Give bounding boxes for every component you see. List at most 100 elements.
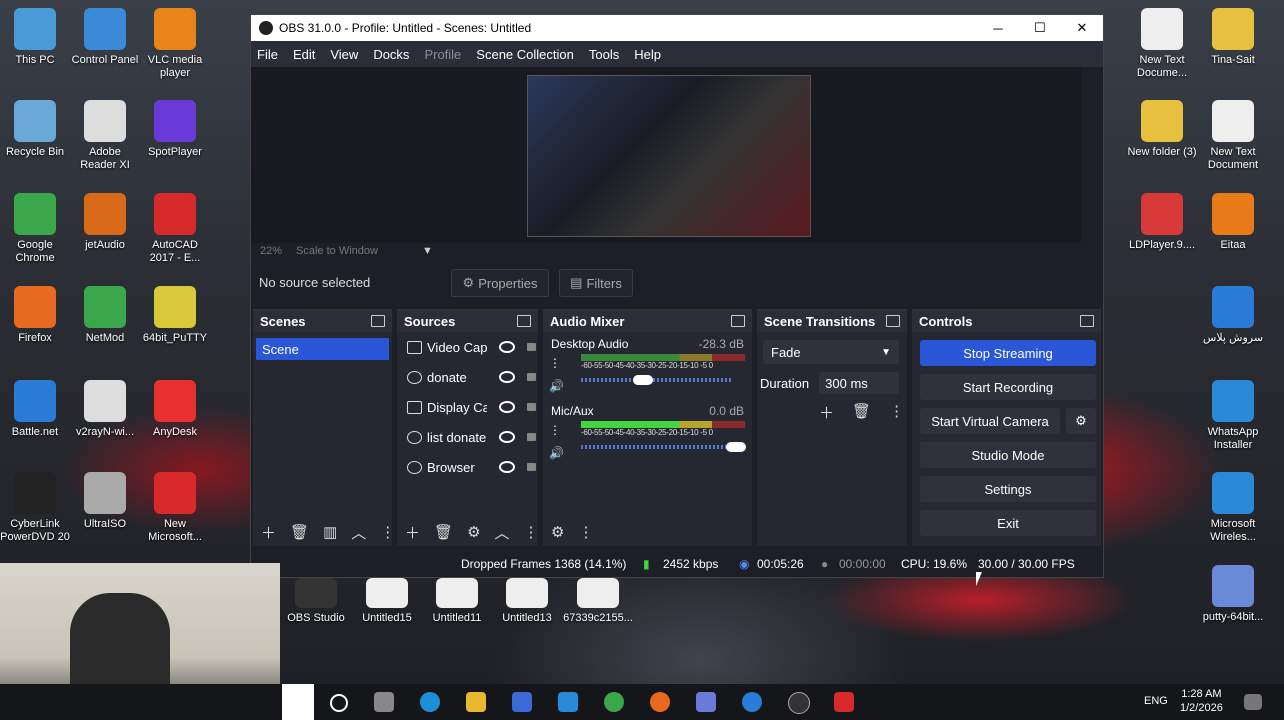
menu-profile[interactable]: Profile	[424, 47, 461, 62]
gear-icon[interactable]: ⚙	[551, 523, 564, 541]
undock-icon[interactable]	[886, 315, 900, 327]
app-icon[interactable]	[696, 692, 716, 712]
desktop-icon[interactable]: 64bit_PuTTY	[140, 286, 210, 345]
filter-icon[interactable]: ▥	[323, 523, 337, 541]
mail-icon[interactable]	[558, 692, 578, 712]
eye-icon[interactable]	[499, 431, 515, 443]
exit-button[interactable]: Exit	[920, 510, 1096, 536]
transition-select[interactable]: Fade ▼	[763, 340, 899, 364]
desktop-icon[interactable]: SpotPlayer	[140, 100, 210, 159]
eye-icon[interactable]	[499, 341, 515, 353]
properties-button[interactable]: ⚙ Properties	[451, 269, 549, 297]
lock-icon[interactable]	[527, 343, 536, 351]
task-view-icon[interactable]	[374, 692, 394, 712]
desktop-icon[interactable]: NetMod	[70, 286, 140, 345]
chrome-icon[interactable]	[604, 692, 624, 712]
more-icon[interactable]: ⋮	[578, 523, 593, 541]
desktop-icon[interactable]: Untitled13	[492, 578, 562, 625]
slider-knob[interactable]	[726, 442, 746, 452]
firefox-icon[interactable]	[650, 692, 670, 712]
menu-tools[interactable]: Tools	[589, 47, 619, 62]
clock[interactable]: 1:28 AM 1/2/2026	[1180, 687, 1223, 715]
volume-slider[interactable]	[581, 375, 731, 385]
lock-icon[interactable]	[527, 433, 536, 441]
desktop-icon[interactable]: v2rayN-wi...	[70, 380, 140, 439]
desktop-icon[interactable]: AnyDesk	[140, 380, 210, 439]
desktop-icon[interactable]: Adobe Reader XI	[70, 100, 140, 172]
start-recording-button[interactable]: Start Recording	[920, 374, 1096, 400]
close-button[interactable]: ✕	[1061, 20, 1103, 36]
menu-view[interactable]: View	[330, 47, 358, 62]
desktop-icon[interactable]: New folder (3)	[1127, 100, 1197, 159]
source-item[interactable]: donate	[397, 362, 538, 392]
studio-mode-button[interactable]: Studio Mode	[920, 442, 1096, 468]
chevron-up-icon[interactable]: ︿	[351, 522, 366, 543]
desktop-icon[interactable]: LDPlayer.9....	[1127, 193, 1197, 252]
lock-icon[interactable]	[527, 463, 536, 471]
undock-icon[interactable]	[517, 315, 531, 327]
source-item[interactable]: Display Ca	[397, 392, 538, 422]
add-icon[interactable]: ＋	[819, 402, 834, 423]
chevron-up-icon[interactable]: ︿	[495, 522, 510, 543]
desktop-icon[interactable]: سروش پلاس	[1198, 286, 1268, 345]
desktop-icon[interactable]: AutoCAD 2017 - E...	[140, 193, 210, 265]
search-box[interactable]	[282, 684, 314, 720]
slider-knob[interactable]	[633, 375, 653, 385]
desktop-icon[interactable]: jetAudio	[70, 193, 140, 252]
desktop-icon[interactable]: UltraISO	[70, 472, 140, 531]
speaker-icon[interactable]: 🔊	[549, 379, 564, 393]
more-icon[interactable]: ⋮	[380, 523, 395, 541]
volume-slider[interactable]	[581, 442, 746, 452]
desktop-icon[interactable]: WhatsApp Installer	[1198, 380, 1268, 452]
desktop-icon[interactable]: This PC	[0, 8, 70, 67]
desktop-icon[interactable]: VLC media player	[140, 8, 210, 80]
notification-icon[interactable]	[1244, 694, 1262, 710]
more-icon[interactable]: ⋮	[549, 423, 561, 437]
stop-streaming-button[interactable]: Stop Streaming	[920, 340, 1096, 366]
cortana-icon[interactable]	[330, 694, 348, 712]
desktop-icon[interactable]: OBS Studio	[281, 578, 351, 625]
source-item[interactable]: Video Capt	[397, 332, 538, 362]
desktop-icon[interactable]: CyberLink PowerDVD 20	[0, 472, 70, 544]
minimize-button[interactable]: ─	[977, 21, 1019, 36]
desktop-icon[interactable]: Firefox	[0, 286, 70, 345]
edge-icon[interactable]	[420, 692, 440, 712]
anydesk-icon[interactable]	[834, 692, 854, 712]
menu-help[interactable]: Help	[634, 47, 661, 62]
lock-icon[interactable]	[527, 403, 536, 411]
add-icon[interactable]: ＋	[405, 522, 420, 543]
desktop-icon[interactable]: Tina-Sait	[1198, 8, 1268, 67]
desktop-icon[interactable]: Google Chrome	[0, 193, 70, 265]
maximize-button[interactable]: ☐	[1019, 20, 1061, 36]
lock-icon[interactable]	[527, 373, 536, 381]
obs-icon[interactable]	[788, 692, 810, 714]
duration-input[interactable]: 300 ms	[819, 372, 900, 394]
menu-edit[interactable]: Edit	[293, 47, 315, 62]
eye-icon[interactable]	[499, 461, 515, 473]
gear-icon[interactable]: ⚙	[1066, 408, 1096, 434]
more-icon[interactable]: ⋮	[524, 523, 539, 541]
eye-icon[interactable]	[499, 371, 515, 383]
scale-mode-select[interactable]: Scale to Window	[296, 245, 378, 257]
more-icon[interactable]: ⋮	[889, 402, 904, 423]
menu-scene-collection[interactable]: Scene Collection	[476, 47, 574, 62]
gear-icon[interactable]: ⚙	[467, 523, 480, 541]
undock-icon[interactable]	[371, 315, 385, 327]
trash-icon[interactable]: 🗑	[290, 523, 309, 541]
settings-button[interactable]: Settings	[920, 476, 1096, 502]
eye-icon[interactable]	[499, 401, 515, 413]
scene-item[interactable]: Scene	[256, 338, 389, 360]
desktop-icon[interactable]: 67339c2155...	[563, 578, 633, 625]
source-item[interactable]: list donate	[397, 422, 538, 452]
desktop-icon[interactable]: Untitled11	[422, 578, 492, 625]
preview-canvas[interactable]	[251, 67, 1081, 243]
desktop-icon[interactable]: New Text Docume...	[1127, 8, 1197, 80]
source-item[interactable]: Browser	[397, 452, 538, 482]
desktop-icon[interactable]: putty-64bit...	[1198, 565, 1268, 624]
menu-docks[interactable]: Docks	[373, 47, 409, 62]
desktop-icon[interactable]: Battle.net	[0, 380, 70, 439]
trash-icon[interactable]: 🗑	[434, 523, 453, 541]
desktop-icon[interactable]: Microsoft Wireles...	[1198, 472, 1268, 544]
undock-icon[interactable]	[731, 315, 745, 327]
desktop-icon[interactable]: New Microsoft...	[140, 472, 210, 544]
